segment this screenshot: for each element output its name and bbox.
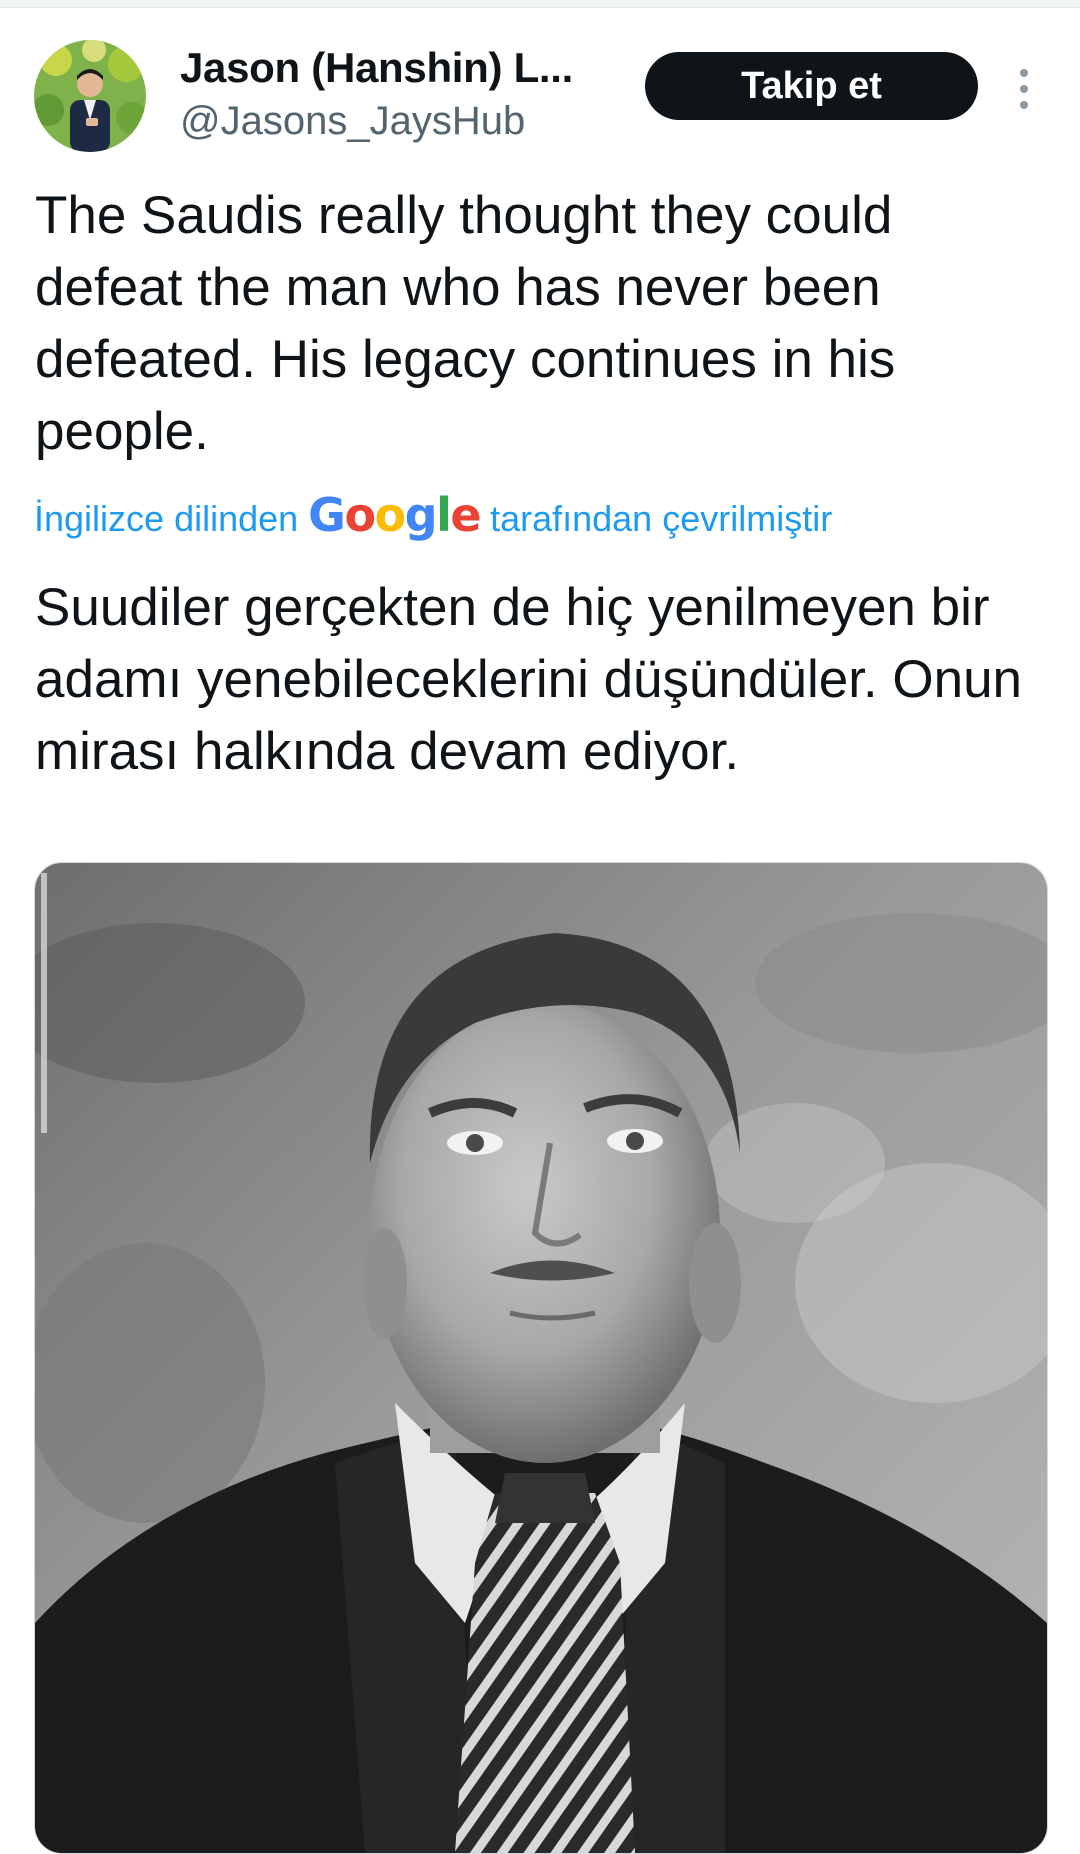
more-dot-icon	[1020, 101, 1028, 109]
translation-prefix: İngilizce dilinden	[34, 498, 299, 539]
portrait-photo	[35, 863, 1047, 1853]
tweet-media-photo[interactable]	[34, 862, 1048, 1854]
top-divider	[0, 0, 1080, 8]
tweet-header: Jason (Hanshin) L... @Jasons_JaysHub Tak…	[0, 40, 1080, 160]
follow-button[interactable]: Takip et	[645, 52, 978, 120]
google-logo-icon: Google	[308, 488, 481, 542]
translation-suffix: tarafından çevrilmiştir	[490, 498, 833, 539]
tweet-text: The Saudis really thought they could def…	[35, 186, 896, 461]
more-dot-icon	[1020, 69, 1028, 77]
avatar-image	[34, 40, 146, 152]
author-display-name[interactable]: Jason (Hanshin) L...	[180, 44, 573, 92]
more-dot-icon	[1020, 85, 1028, 93]
avatar[interactable]	[34, 40, 146, 152]
translation-note[interactable]: İngilizce dilinden Google tarafından çev…	[34, 492, 832, 540]
translated-tweet-text: Suudiler gerçekten de hiç yenilmeyen bir…	[35, 578, 1023, 781]
more-options-icon[interactable]	[1006, 62, 1042, 116]
author-handle[interactable]: @Jasons_JaysHub	[180, 99, 525, 144]
